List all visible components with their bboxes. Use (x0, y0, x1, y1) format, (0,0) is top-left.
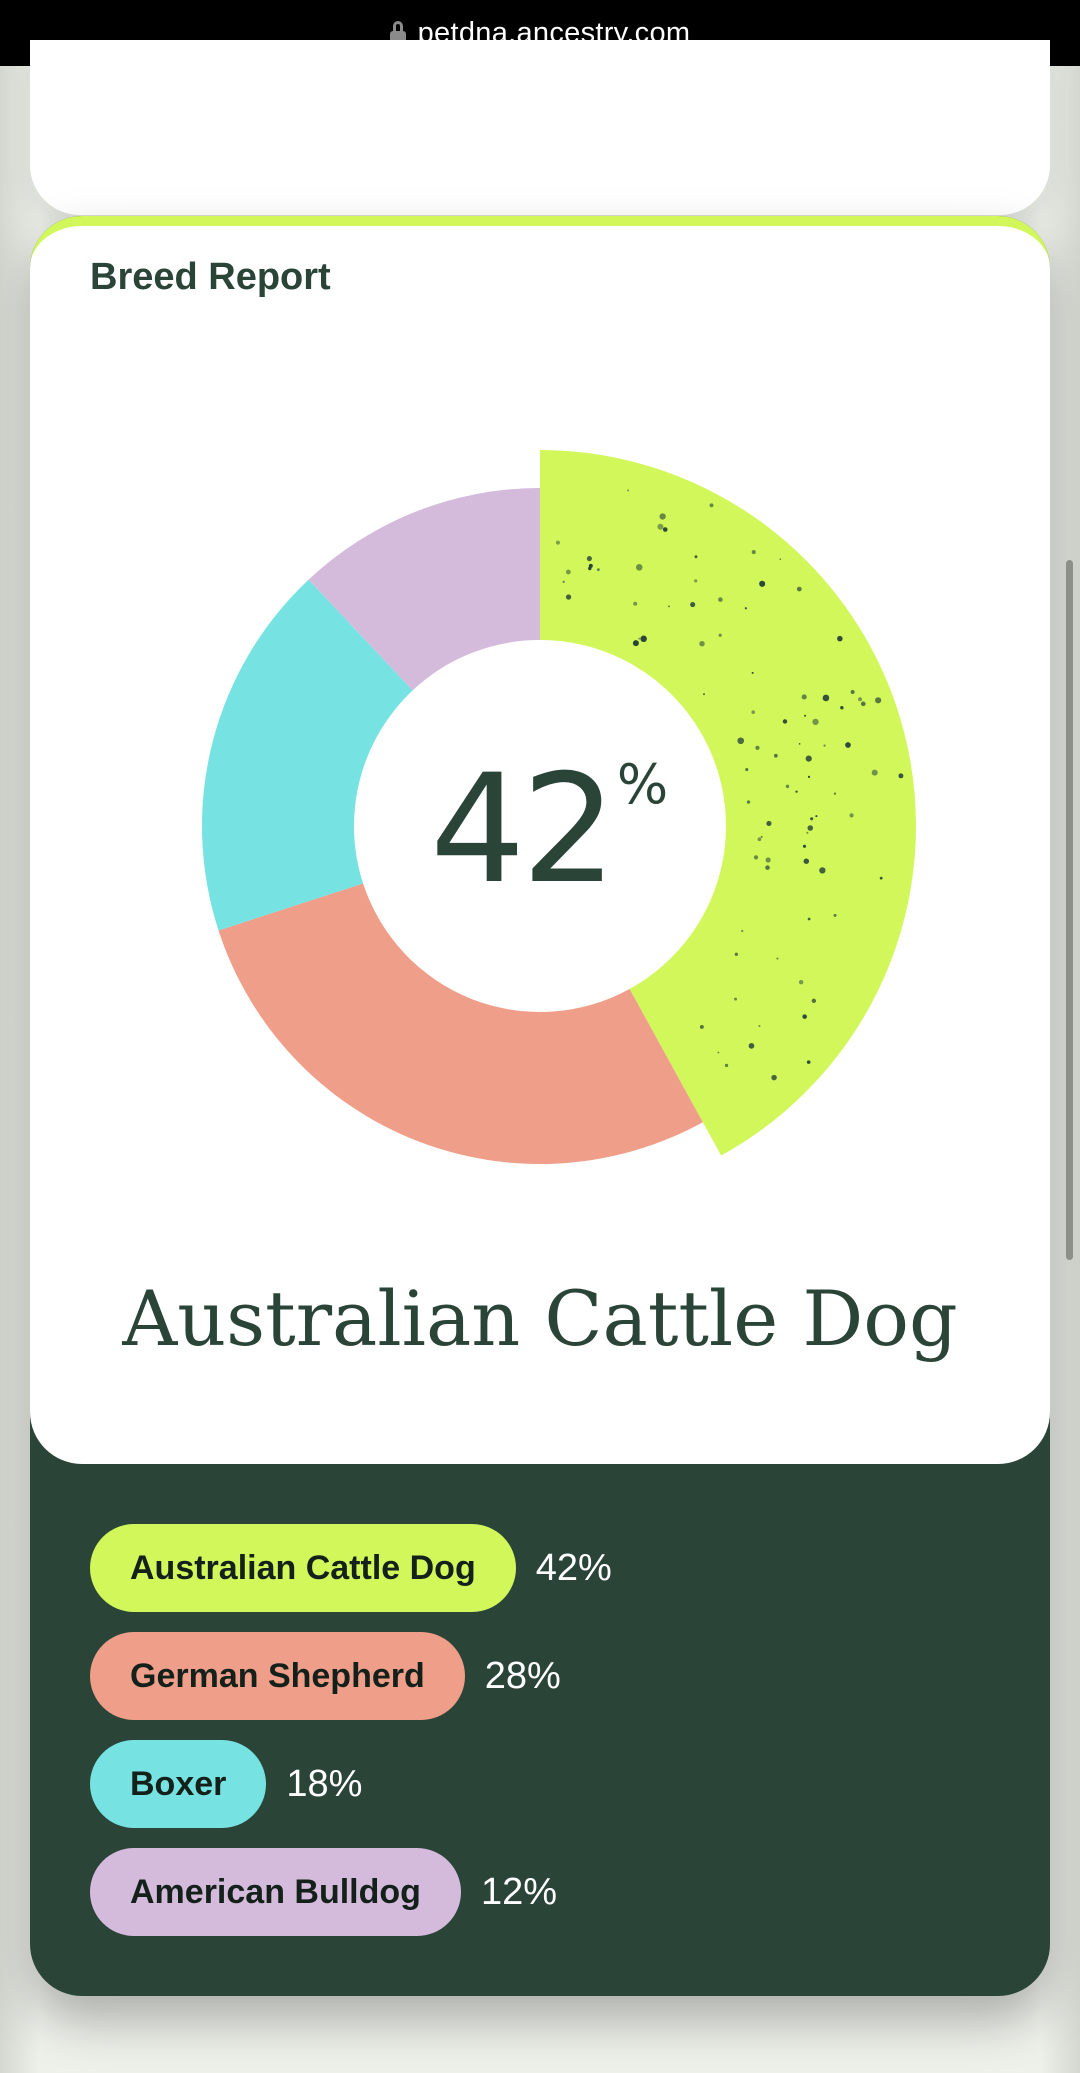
legend-percentage: 12% (480, 1870, 557, 1913)
breed-report-chart-panel: Breed Report 42 % Australian Cattle Dog (30, 216, 1050, 1464)
donut-slice-german-shepherd (218, 883, 703, 1164)
breed-report-card: Breed Report 42 % Australian Cattle Dog … (30, 216, 1050, 1996)
center-percentage-unit: % (616, 753, 669, 816)
legend-percentage: 18% (286, 1762, 363, 1805)
legend-row[interactable]: American Bulldog 12% (90, 1848, 612, 1936)
legend-pill-australian-cattle-dog[interactable]: Australian Cattle Dog (90, 1524, 516, 1612)
legend-pill-german-shepherd[interactable]: German Shepherd (90, 1632, 465, 1720)
breed-legend: Australian Cattle Dog 42% German Shepher… (90, 1524, 612, 1956)
center-percentage-value: 42 (430, 743, 617, 917)
legend-percentage: 42% (535, 1546, 612, 1589)
legend-row[interactable]: Boxer 18% (90, 1740, 612, 1828)
center-percentage: 42 % (430, 750, 668, 910)
previous-card (30, 40, 1050, 215)
legend-row[interactable]: Australian Cattle Dog 42% (90, 1524, 612, 1612)
legend-pill-boxer[interactable]: Boxer (90, 1740, 267, 1828)
top-breed-name: Australian Cattle Dog (122, 1274, 958, 1363)
page-scrollbar[interactable] (1066, 560, 1073, 1260)
legend-percentage: 28% (484, 1654, 561, 1697)
legend-pill-american-bulldog[interactable]: American Bulldog (90, 1848, 461, 1936)
legend-row[interactable]: German Shepherd 28% (90, 1632, 612, 1720)
